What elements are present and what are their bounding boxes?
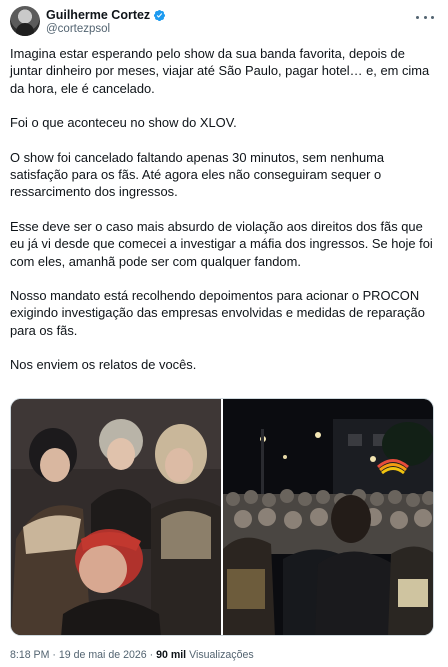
tweet-text: Imagina estar esperando pelo show da sua… xyxy=(10,45,434,391)
crowd-photo-illustration xyxy=(223,399,433,635)
views-label: Visualizações xyxy=(189,649,254,661)
separator: · xyxy=(149,649,154,661)
crowd-video-frame[interactable] xyxy=(223,399,433,635)
views-count: 90 mil xyxy=(156,649,187,661)
author-display-name[interactable]: Guilherme Cortez xyxy=(46,8,150,22)
tweet-paragraph: Imagina estar esperando pelo show da sua… xyxy=(10,46,430,96)
avatar[interactable] xyxy=(10,6,40,36)
tweet-paragraph: Nos enviem os relatos de vocês. xyxy=(10,357,197,373)
tweet-paragraph: O show foi cancelado faltando apenas 30 … xyxy=(10,149,385,200)
tweet-header: Guilherme Cortez @cortezpsol xyxy=(10,6,438,40)
tweet-footer: 8:18 PM · 19 de mai de 2026 · 90 mil Vis… xyxy=(10,649,254,661)
author-handle[interactable]: @cortezpsol xyxy=(46,23,110,35)
tweet-card: Guilherme Cortez @cortezpsol Imagina est… xyxy=(0,0,448,667)
tweet-paragraph: Foi o que aconteceu no show do XLOV. xyxy=(10,115,237,131)
more-options-icon[interactable] xyxy=(416,12,434,22)
tweet-date[interactable]: 19 de mai de 2026 xyxy=(59,649,147,661)
verified-badge-icon xyxy=(154,9,166,21)
separator: · xyxy=(52,649,56,661)
band-photo[interactable] xyxy=(11,399,221,635)
tweet-time[interactable]: 8:18 PM xyxy=(10,649,49,661)
tweet-paragraph: Nosso mandato está recolhendo depoimento… xyxy=(10,288,425,338)
tweet-paragraph: Esse deve ser o caso mais absurdo de vio… xyxy=(10,218,433,269)
tweet-media xyxy=(10,398,434,636)
author-name-row: Guilherme Cortez xyxy=(46,8,166,22)
band-photo-illustration xyxy=(11,399,221,635)
